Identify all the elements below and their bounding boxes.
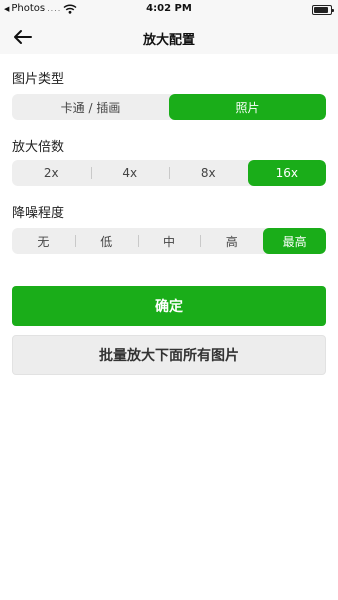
scale-segmented: 2x 4x 8x 16x [12,160,326,186]
denoise-option[interactable]: 最高 [263,228,326,254]
battery-icon [312,5,334,15]
page-title: 放大配置 [142,33,195,48]
confirm-button[interactable]: 确定 [12,286,326,326]
scale-option[interactable]: 16x [247,160,326,186]
denoise-label: 降噪程度 [12,206,65,221]
denoise-option[interactable]: 高 [200,228,263,254]
scale-option[interactable]: 8x [169,160,248,186]
batch-enlarge-button[interactable]: 批量放大下面所有图片 [12,335,326,375]
denoise-option[interactable]: 低 [74,228,138,254]
image-type-option[interactable]: 卡通 / 插画 [12,94,169,120]
scale-option[interactable]: 4x [90,160,170,186]
scale-option[interactable]: 2x [12,160,91,186]
denoise-option[interactable]: 中 [137,228,201,254]
status-time: 4:02 PM [146,3,192,14]
scale-label: 放大倍数 [12,140,65,155]
image-type-label: 图片类型 [12,72,65,87]
image-type-segmented: 卡通 / 插画 照片 [12,94,326,120]
battery-fill [314,7,329,13]
nav-bar: 放大配置 [0,20,338,54]
image-type-option[interactable]: 照片 [169,94,326,120]
status-bar: ◀ Photos .... 4:02 PM [0,0,338,20]
denoise-segmented: 无低中高最高 [12,228,326,254]
denoise-option[interactable]: 无 [12,228,75,254]
